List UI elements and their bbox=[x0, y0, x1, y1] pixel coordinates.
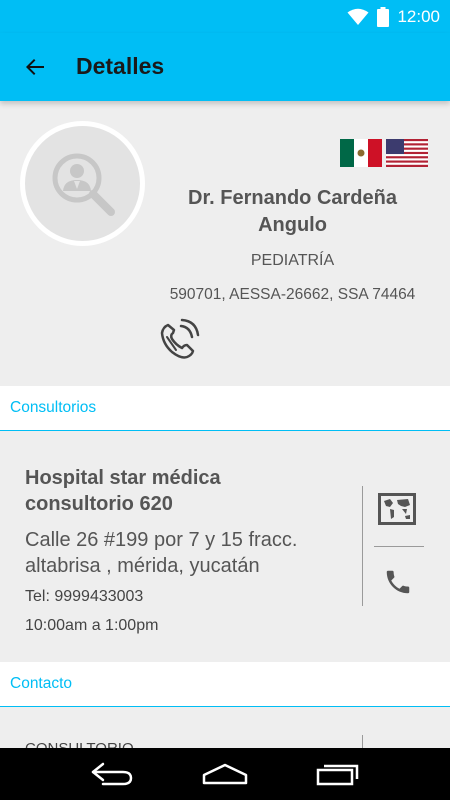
map-button[interactable] bbox=[378, 493, 420, 527]
nav-recents-button[interactable] bbox=[313, 759, 363, 789]
phone-ring-icon bbox=[160, 318, 200, 359]
doctor-profile: Dr. Fernando Cardeña Angulo PEDIATRÍA 59… bbox=[0, 101, 450, 386]
app-bar: Detalles bbox=[0, 33, 450, 101]
phone-icon bbox=[386, 570, 410, 594]
doctor-specialty: PEDIATRÍA bbox=[250, 252, 335, 269]
wifi-icon bbox=[347, 8, 369, 25]
office-address: Calle 26 #199 por 7 y 15 fracc. altabris… bbox=[25, 529, 298, 577]
doctor-search-icon bbox=[52, 153, 115, 216]
mexico-flag-icon[interactable] bbox=[340, 139, 382, 167]
usa-flag-icon[interactable] bbox=[386, 139, 428, 167]
call-button[interactable] bbox=[157, 317, 201, 361]
system-nav-bar bbox=[0, 748, 450, 800]
nav-back-button[interactable] bbox=[87, 759, 137, 789]
section-offices: Consultorios bbox=[0, 386, 450, 431]
app-screen: 12:00 Detalles Dr. Fernando Cardeña Angu… bbox=[0, 0, 450, 800]
section-contact: Contacto bbox=[0, 662, 450, 707]
card-divider bbox=[362, 486, 363, 606]
page-title: Detalles bbox=[76, 53, 165, 79]
office-phone: Tel: 9999433003 bbox=[25, 588, 144, 605]
status-icons: 12:00 bbox=[347, 6, 440, 28]
section-contact-label: Contacto bbox=[10, 675, 73, 692]
nav-home-icon bbox=[202, 763, 248, 785]
language-flags bbox=[340, 139, 428, 167]
office-call-button[interactable] bbox=[383, 567, 415, 599]
avatar bbox=[20, 121, 145, 246]
doctor-name: Dr. Fernando Cardeña Angulo bbox=[188, 187, 397, 236]
status-bar: 12:00 bbox=[0, 0, 450, 33]
nav-recents-icon bbox=[317, 764, 359, 786]
action-divider bbox=[374, 546, 424, 547]
nav-home-button[interactable] bbox=[200, 759, 250, 789]
office-name: Hospital star médica consultorio 620 bbox=[25, 467, 221, 515]
office-hours: 10:00am a 1:00pm bbox=[25, 617, 159, 634]
doctor-license: 590701, AESSA-26662, SSA 74464 bbox=[169, 286, 416, 303]
back-arrow-icon bbox=[26, 59, 44, 75]
status-time: 12:00 bbox=[397, 7, 440, 26]
section-offices-label: Consultorios bbox=[10, 399, 97, 416]
office-card: Hospital star médica consultorio 620 Cal… bbox=[0, 431, 450, 662]
nav-back-icon bbox=[91, 762, 132, 786]
battery-icon bbox=[377, 7, 390, 27]
map-icon bbox=[378, 493, 416, 525]
back-button[interactable] bbox=[18, 50, 52, 84]
